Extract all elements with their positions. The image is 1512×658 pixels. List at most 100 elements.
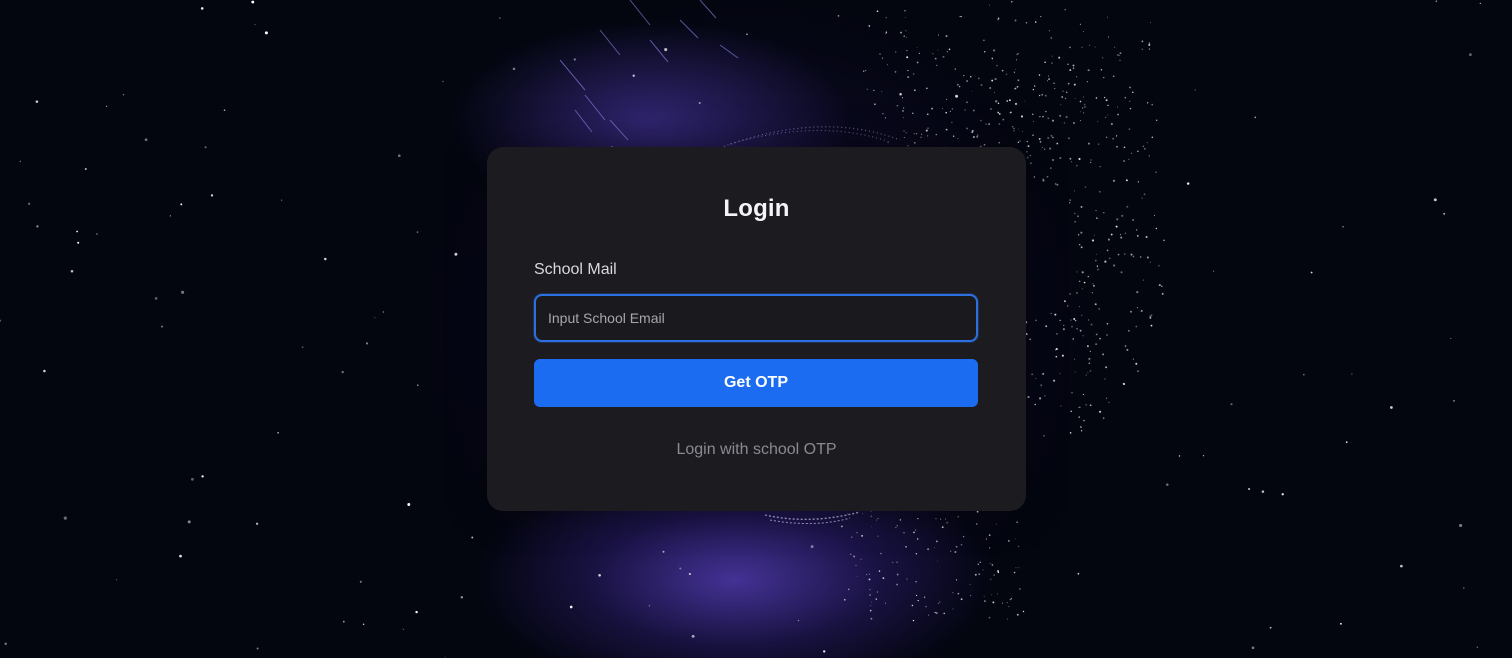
star <box>983 39 985 42</box>
star <box>936 612 938 614</box>
star <box>969 583 971 585</box>
star <box>1146 256 1149 259</box>
star <box>1087 142 1090 145</box>
star <box>1137 370 1139 373</box>
star <box>1051 62 1053 64</box>
star <box>1105 366 1108 369</box>
star <box>989 86 992 90</box>
star <box>1039 397 1042 400</box>
star <box>896 583 898 586</box>
star <box>1091 292 1093 294</box>
star <box>931 107 934 110</box>
star <box>1072 67 1075 69</box>
star <box>1116 146 1118 148</box>
star <box>903 130 905 132</box>
star <box>1142 145 1145 148</box>
star <box>1077 234 1080 236</box>
star <box>1079 406 1081 409</box>
star <box>1031 373 1033 375</box>
star <box>1132 358 1135 360</box>
star <box>964 109 966 111</box>
star <box>1106 99 1108 101</box>
star <box>877 535 879 537</box>
star <box>116 579 118 581</box>
star <box>1186 182 1190 185</box>
star <box>1158 284 1161 287</box>
star <box>988 4 991 6</box>
star <box>899 93 902 96</box>
star <box>1068 137 1070 140</box>
star <box>1019 588 1021 590</box>
star <box>882 113 884 115</box>
star <box>1008 99 1011 102</box>
login-with-school-otp-link[interactable]: Login with school OTP <box>487 441 1026 459</box>
star <box>1128 128 1131 130</box>
star <box>837 15 840 17</box>
star <box>1105 136 1108 138</box>
star <box>1251 646 1255 650</box>
star <box>251 0 255 4</box>
star <box>907 69 909 72</box>
star <box>925 605 927 608</box>
star <box>1056 142 1059 145</box>
star <box>1046 80 1049 82</box>
star <box>77 241 80 244</box>
star <box>1400 564 1403 568</box>
star <box>1123 160 1126 162</box>
star <box>1067 63 1069 65</box>
star <box>416 231 419 233</box>
star <box>1254 116 1257 119</box>
star <box>1104 116 1107 119</box>
star <box>939 601 941 603</box>
star <box>957 592 960 595</box>
star <box>976 134 979 136</box>
star <box>1015 59 1017 61</box>
star <box>941 526 944 528</box>
star <box>1059 319 1061 322</box>
star <box>997 570 999 572</box>
star <box>998 112 1001 115</box>
star <box>1013 127 1015 130</box>
star <box>892 561 894 563</box>
star <box>877 518 879 519</box>
star <box>945 128 948 131</box>
star <box>1082 393 1084 395</box>
star <box>997 102 1000 105</box>
star <box>1025 333 1028 336</box>
star <box>1090 159 1092 161</box>
star <box>881 90 883 92</box>
star <box>1055 332 1058 335</box>
star <box>970 76 972 78</box>
star <box>896 561 898 563</box>
star <box>1052 159 1054 161</box>
star <box>962 535 965 538</box>
star <box>1140 309 1143 313</box>
star <box>341 370 344 374</box>
star <box>1150 324 1153 327</box>
star <box>957 138 959 139</box>
star <box>913 89 916 92</box>
star <box>254 24 256 26</box>
star <box>875 598 878 600</box>
star <box>1095 97 1098 99</box>
star <box>1302 373 1305 376</box>
star <box>1115 135 1118 137</box>
star <box>1043 434 1045 437</box>
star <box>1027 145 1030 148</box>
get-otp-button[interactable]: Get OTP <box>534 359 978 407</box>
star <box>1053 379 1056 382</box>
star <box>905 132 907 134</box>
star <box>1107 114 1109 116</box>
star <box>916 46 918 48</box>
star <box>1118 55 1121 57</box>
star <box>1079 120 1081 122</box>
star <box>868 573 870 575</box>
star <box>1106 323 1109 325</box>
school-email-input[interactable] <box>534 294 978 342</box>
star <box>1038 137 1041 140</box>
star <box>1080 246 1083 249</box>
star <box>1062 90 1064 92</box>
star <box>632 74 635 77</box>
star <box>1059 372 1061 374</box>
star <box>1124 97 1126 99</box>
